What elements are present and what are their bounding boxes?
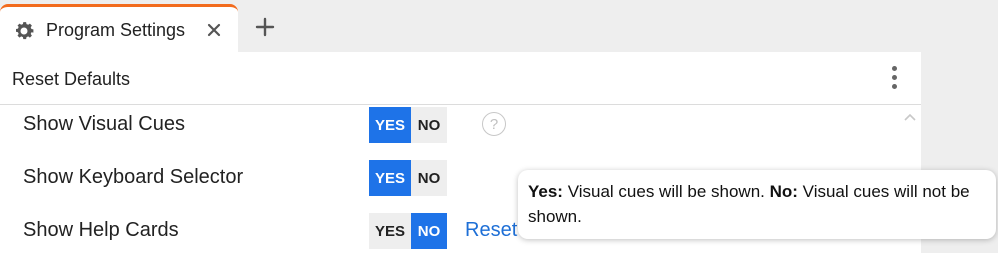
no-option[interactable]: NO [411,160,447,196]
yes-option[interactable]: YES [369,160,411,196]
tab-title: Program Settings [46,20,186,40]
yes-no-toggle: YES NO [369,213,447,249]
setting-label: Show Visual Cues [23,113,185,135]
tooltip-yes-text: Visual cues will be shown. [562,182,770,201]
help-icon[interactable]: ? [482,112,506,136]
setting-label: Show Keyboard Selector [23,166,244,188]
yes-no-toggle: YES NO [369,160,447,196]
add-tab-icon[interactable] [254,16,276,38]
gear-icon [16,22,34,40]
reset-help-cards-link[interactable]: Reset [465,219,517,242]
setting-row-show-visual-cues: Show Visual Cues YES NO ? [0,103,921,153]
no-option[interactable]: NO [411,213,447,249]
yes-no-toggle: YES NO [369,107,447,143]
reset-defaults-button[interactable]: Reset Defaults [12,69,130,90]
no-option[interactable]: NO [411,107,447,143]
close-icon[interactable] [204,20,224,40]
help-tooltip: Yes: Visual cues will be shown. No: Visu… [518,170,996,239]
tooltip-yes-prefix: Yes: [528,182,563,201]
tab-program-settings[interactable]: Program Settings [0,4,238,52]
yes-option[interactable]: YES [369,107,411,143]
yes-option[interactable]: YES [369,213,411,249]
panel-toolbar: Reset Defaults [0,52,921,105]
more-options-icon[interactable] [888,66,900,94]
tooltip-no-prefix: No: [769,182,798,201]
setting-label: Show Help Cards [23,219,179,241]
tab-bar: Program Settings [0,0,998,52]
